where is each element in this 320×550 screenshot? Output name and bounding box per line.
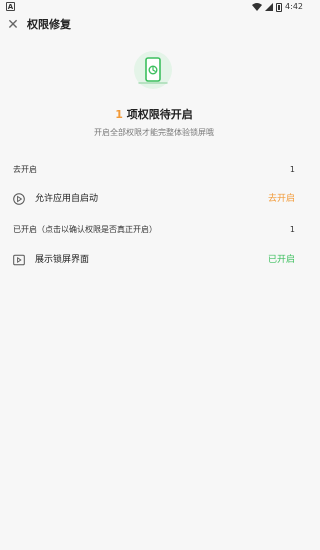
hero-title: 1 项权限待开启 (0, 108, 308, 122)
pending-count: 1 (115, 108, 123, 121)
pending-section-label: 去开启 (13, 165, 37, 174)
autostart-icon (13, 193, 25, 205)
phone-shield-icon (134, 51, 172, 89)
permission-row-lockscreen[interactable]: 展示锁屏界面 已开启 (0, 246, 308, 276)
app-header: ✕ 权限修复 (0, 14, 308, 38)
pending-section-header: 去开启 1 (13, 164, 295, 176)
status-icons: 4:42 (252, 1, 303, 13)
permission-row-autostart[interactable]: 允许应用自启动 去开启 (0, 185, 308, 215)
status-time: 4:42 (285, 2, 303, 11)
enabled-section-header: 已开启（点击以确认权限是否真正开启） 1 (13, 224, 295, 236)
close-icon[interactable]: ✕ (6, 18, 20, 32)
signal-icon (265, 3, 274, 11)
permission-label: 允许应用自启动 (35, 194, 99, 204)
enable-permission-button[interactable]: 去开启 (268, 193, 295, 206)
notification-a-icon: A (6, 2, 15, 11)
battery-icon (276, 2, 283, 12)
status-bar: A 4:42 (0, 0, 308, 14)
enabled-status-button[interactable]: 已开启 (268, 254, 295, 267)
hero-subtitle: 开启全部权限才能完整体验锁屏哦 (94, 128, 214, 137)
permission-label: 展示锁屏界面 (35, 255, 90, 265)
page-title: 权限修复 (27, 18, 71, 31)
pending-section-count: 1 (289, 165, 295, 174)
enabled-section-count: 1 (289, 225, 295, 234)
lockscreen-display-icon (13, 254, 25, 266)
hero-title-text: 项权限待开启 (122, 108, 193, 121)
wifi-icon (252, 3, 263, 11)
enabled-section-label: 已开启（点击以确认权限是否真正开启） (13, 225, 157, 234)
